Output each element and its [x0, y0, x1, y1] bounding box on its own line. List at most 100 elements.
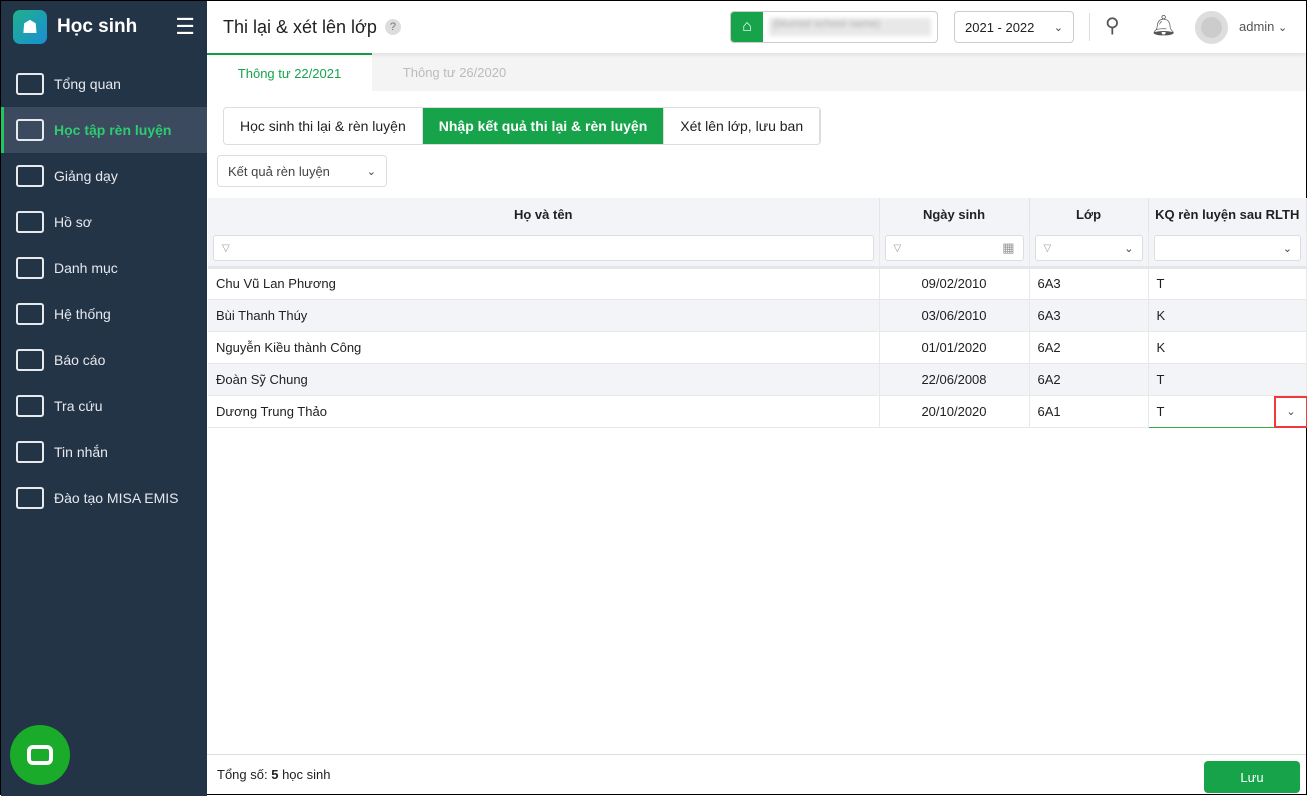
result-type-value: Kết quả rèn luyện — [228, 163, 330, 179]
table-row[interactable]: Đoàn Sỹ Chung 22/06/2008 6A2 T — [208, 363, 1307, 396]
sidebar-item-label: Tổng quan — [54, 76, 121, 92]
result-value: K — [1156, 307, 1166, 323]
header: Thi lại & xét lên lớp ? ⌂ (blurred school… — [207, 1, 1306, 53]
pie-chart-icon — [16, 349, 44, 371]
sidebar-item-4[interactable]: Danh mục — [1, 245, 207, 291]
chevron-down-icon: ⌄ — [1278, 22, 1288, 34]
cell-class: 6A2 — [1029, 331, 1149, 364]
chevron-down-icon: ⌄ — [1053, 21, 1063, 34]
sidebar-item-label: Học tập rèn luyện — [54, 122, 172, 138]
name-filter-input[interactable]: ▽ — [213, 235, 874, 262]
sidebar-item-8[interactable]: Tin nhắn — [1, 429, 207, 475]
search-icon — [16, 395, 44, 417]
table-row[interactable]: Nguyễn Kiều thành Công 01/01/2020 6A2 K — [208, 331, 1307, 364]
result-value: T — [1156, 403, 1165, 419]
sidebar-item-1[interactable]: Học tập rèn luyện — [1, 107, 207, 153]
document-icon — [16, 211, 44, 233]
filter-icon: ▽ — [1043, 242, 1052, 254]
home-icon: ⌂ — [731, 12, 763, 42]
cell-name: Dương Trung Thảo — [208, 395, 880, 428]
username: admin — [1239, 19, 1275, 34]
class-filter-select[interactable]: ▽ ⌄ — [1034, 235, 1143, 262]
cell-dob: 22/06/2008 — [879, 363, 1030, 396]
cell-result[interactable]: K — [1148, 331, 1307, 364]
result-type-select[interactable]: Kết quả rèn luyện ⌄ — [217, 155, 387, 187]
page-title: Thi lại & xét lên lớp — [223, 16, 377, 37]
cell-name: Nguyễn Kiều thành Công — [208, 331, 880, 364]
hamburger-menu-icon[interactable]: ☰ — [175, 14, 195, 40]
chevron-down-icon: ⌄ — [1282, 242, 1292, 255]
sidebar-item-label: Danh mục — [54, 260, 118, 276]
sidebar-item-label: Báo cáo — [54, 352, 106, 368]
cell-class: 6A2 — [1029, 363, 1149, 396]
filter-icon: ▽ — [893, 242, 902, 254]
divider — [1089, 13, 1090, 41]
user-menu[interactable]: admin ⌄ — [1239, 19, 1287, 34]
col-result: KQ rèn luyện sau RLTH — [1148, 198, 1307, 231]
help-icon[interactable]: ? — [384, 19, 401, 35]
sidebar-item-5[interactable]: Hệ thống — [1, 291, 207, 337]
cell-dob: 09/02/2010 — [879, 267, 1030, 300]
student-logo-icon: ☗ — [13, 10, 47, 44]
dob-filter-input[interactable]: ▽ ▦ — [884, 235, 1024, 262]
result-value: T — [1156, 371, 1165, 387]
chat-icon — [27, 745, 53, 765]
tab-thong-tu-22[interactable]: Thông tư 22/2021 — [207, 53, 372, 91]
tab-thong-tu-26[interactable]: Thông tư 26/2020 — [372, 53, 537, 91]
footer: Tổng số: 5 học sinh Lưu — [207, 754, 1306, 794]
save-button[interactable]: Lưu — [1204, 761, 1300, 793]
year-value: 2021 - 2022 — [965, 19, 1035, 35]
cell-result[interactable]: T — [1148, 363, 1307, 396]
cell-class: 6A1 — [1029, 395, 1149, 428]
avatar[interactable] — [1195, 11, 1228, 44]
cell-class: 6A3 — [1029, 267, 1149, 300]
col-dob: Ngày sinh — [879, 198, 1030, 231]
filter-icon: ▽ — [222, 242, 230, 254]
table-row[interactable]: Dương Trung Thảo 20/10/2020 6A1 T ⌄ — [208, 394, 1307, 428]
bar-chart-icon — [16, 73, 44, 95]
sidebar-item-label: Hệ thống — [54, 306, 111, 322]
cell-result[interactable]: T ⌄ — [1147, 394, 1307, 428]
sidebar-item-7[interactable]: Tra cứu — [1, 383, 207, 429]
year-select[interactable]: 2021 - 2022 ⌄ — [954, 11, 1074, 43]
app-logo: ☗ Học sinh ☰ — [1, 1, 207, 53]
sidebar-item-9[interactable]: Đào tạo MISA EMIS — [1, 475, 207, 521]
col-name: Họ và tên — [208, 198, 880, 231]
result-value: K — [1156, 339, 1166, 355]
sidebar-item-label: Hồ sơ — [54, 214, 92, 230]
calendar-icon[interactable]: ▦ — [1002, 240, 1014, 256]
sidebar-item-6[interactable]: Báo cáo — [1, 337, 207, 383]
table-row[interactable]: Bùi Thanh Thúy 03/06/2010 6A3 K — [208, 299, 1307, 332]
total-label: Tổng số: — [217, 767, 268, 782]
sidebar-item-2[interactable]: Giảng dạy — [1, 153, 207, 199]
search-analytics-icon[interactable]: ⚲ — [1105, 13, 1120, 38]
cell-dob: 20/10/2020 — [879, 395, 1030, 428]
cell-result[interactable]: T — [1148, 267, 1307, 300]
bell-icon[interactable]: 🔔︎ — [1151, 13, 1176, 38]
cell-name: Đoàn Sỹ Chung — [208, 363, 880, 396]
result-dropdown-button[interactable]: ⌄ — [1274, 395, 1307, 428]
school-selector[interactable]: ⌂ (blurred school name) — [730, 11, 938, 43]
cell-class: 6A3 — [1029, 299, 1149, 332]
result-filter-select[interactable]: ⌄ — [1153, 235, 1301, 262]
sidebar-item-label: Đào tạo MISA EMIS — [54, 490, 179, 506]
sidebar-item-label: Tin nhắn — [54, 444, 108, 460]
school-name: (blurred school name) — [769, 18, 931, 36]
sidebar-item-0[interactable]: Tổng quan — [1, 61, 207, 107]
segment-nhap-ket-qua[interactable]: Nhập kết quả thi lại & rèn luyện — [422, 108, 665, 144]
chevron-down-icon: ⌄ — [366, 165, 376, 178]
total-count: 5 — [271, 767, 279, 782]
chat-button[interactable] — [10, 725, 70, 785]
table-row[interactable]: Chu Vũ Lan Phương 09/02/2010 6A3 T — [208, 267, 1307, 300]
segment-xet-len-lop[interactable]: Xét lên lớp, lưu ban — [664, 108, 821, 144]
book-icon — [16, 119, 44, 141]
folder-icon — [16, 257, 44, 279]
chevron-down-icon: ⌄ — [1286, 406, 1296, 418]
cell-result[interactable]: K — [1148, 299, 1307, 332]
total-unit: học sinh — [282, 767, 331, 782]
gear-icon — [16, 303, 44, 325]
result-value: T — [1156, 276, 1165, 291]
segment-hoc-sinh-thi-lai[interactable]: Học sinh thi lại & rèn luyện — [224, 108, 423, 144]
sidebar-item-3[interactable]: Hồ sơ — [1, 199, 207, 245]
sidebar-item-label: Tra cứu — [54, 398, 103, 414]
